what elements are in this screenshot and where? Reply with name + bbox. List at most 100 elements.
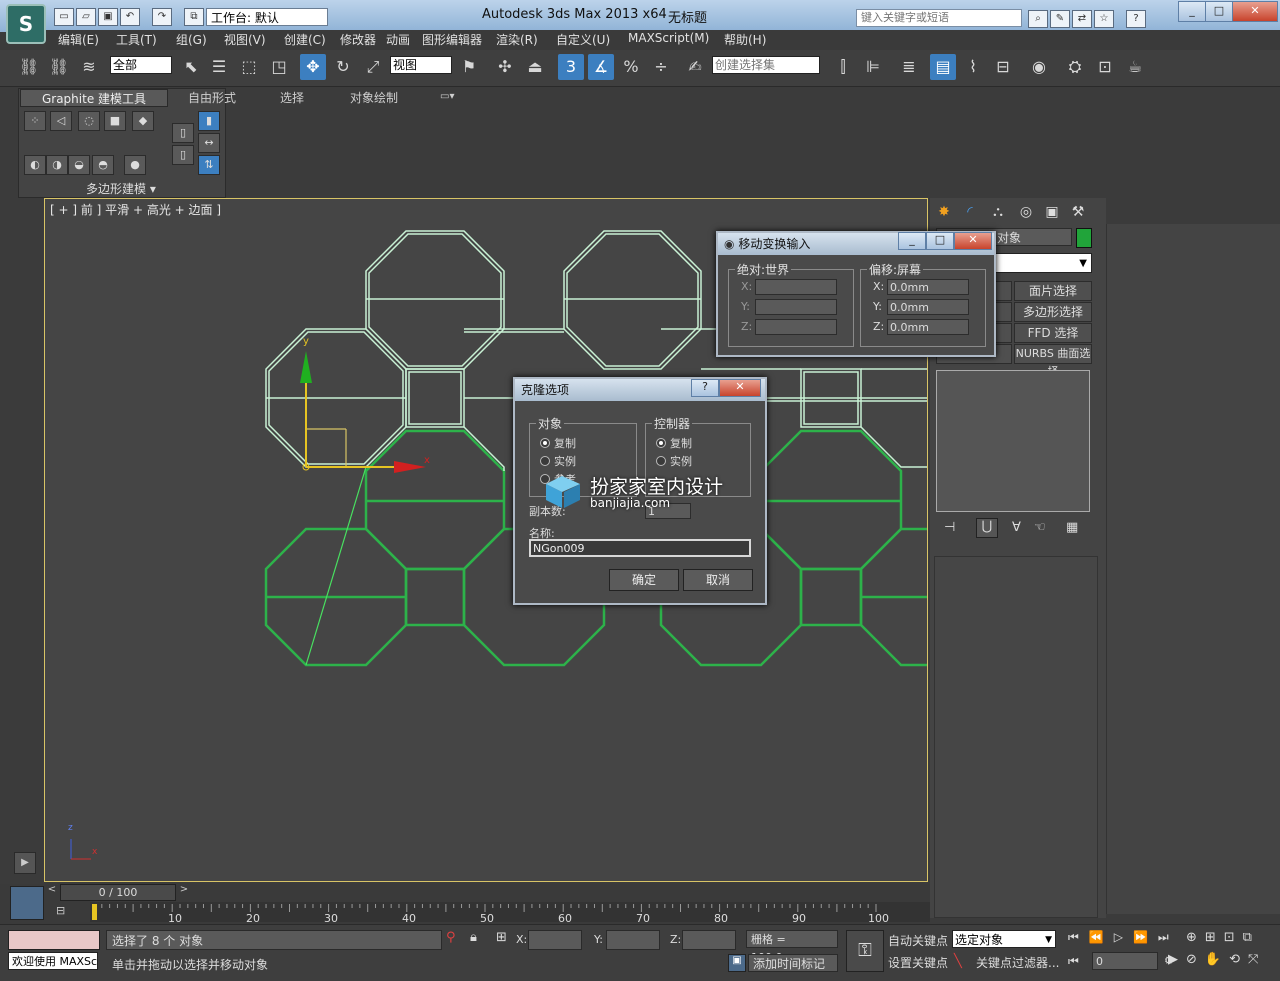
play-maxscript-icon[interactable]: ▶ <box>14 852 36 874</box>
new-file-icon[interactable]: ▭ <box>54 8 74 26</box>
element-mode-icon[interactable]: ◆ <box>132 111 154 131</box>
abs-z-field[interactable] <box>755 319 837 335</box>
object-instance-radio[interactable] <box>540 456 550 466</box>
minimize-button[interactable]: _ <box>1178 1 1206 22</box>
pin-stack-icon[interactable]: ⊣ <box>944 520 955 535</box>
border-mode-icon[interactable]: ◌ <box>78 111 100 131</box>
track-bar-icon[interactable]: ⊟ <box>56 904 72 918</box>
viewport-nav-bottom[interactable]: ▶⊘✋⟲⤧ <box>1168 952 1266 967</box>
bind-spacewarp-icon[interactable]: ≋ <box>76 54 102 80</box>
align-icon[interactable]: ⊫ <box>860 54 886 80</box>
snap-3d-icon[interactable]: 3 <box>558 54 584 80</box>
key-filters-button[interactable]: 关键点过滤器... <box>976 954 1059 971</box>
rect-selection-icon[interactable]: ⬚ <box>236 54 262 80</box>
tab-selection[interactable]: 选择 <box>280 89 304 106</box>
schematic-view-icon[interactable]: ⊟ <box>990 54 1016 80</box>
status-x-field[interactable] <box>528 930 582 950</box>
menu-view[interactable]: 视图(V) <box>224 31 266 48</box>
configure-sets-icon[interactable]: ▦ <box>1066 520 1078 535</box>
ribbon-stack-2-icon[interactable]: ▯ <box>172 145 194 165</box>
set-key-button[interactable]: 设置关键点 <box>888 954 948 971</box>
menu-tools[interactable]: 工具(T) <box>116 31 157 48</box>
mini-listener-icon[interactable] <box>10 886 44 920</box>
menu-create[interactable]: 创建(C) <box>284 31 326 48</box>
redo-icon[interactable]: ↷ <box>152 8 172 26</box>
ribbon-stack-3-icon[interactable]: ▮ <box>198 111 220 131</box>
off-x-field[interactable]: 0.0mm <box>887 279 969 295</box>
named-selection-input[interactable] <box>712 56 820 74</box>
clone-close-button[interactable]: ✕ <box>719 379 761 397</box>
add-time-tag-button[interactable]: 添加时间标记 <box>748 954 838 972</box>
menu-group[interactable]: 组(G) <box>176 31 207 48</box>
menu-animation[interactable]: 动画 <box>386 31 410 48</box>
nurbs-select-button[interactable]: NURBS 曲面选择 <box>1014 344 1092 378</box>
controller-copy-radio[interactable] <box>656 438 666 448</box>
selection-lock-icon[interactable]: 🔒︎ <box>470 930 477 945</box>
motion-tab-icon[interactable]: ◎ <box>1016 203 1036 221</box>
edge-mode-icon[interactable]: ◁ <box>50 111 72 131</box>
reference-coord-select[interactable]: 视图 <box>390 56 452 74</box>
graphite-toggle-icon[interactable]: ▤ <box>930 54 956 80</box>
polygon-mode-icon[interactable]: ■ <box>104 111 126 131</box>
clone-help-button[interactable]: ? <box>691 379 719 397</box>
make-unique-icon[interactable]: ∀ <box>1012 520 1021 535</box>
clone-cancel-button[interactable]: 取消 <box>683 569 753 591</box>
ribbon-stack-5-icon[interactable]: ⇅ <box>198 155 220 175</box>
display-tab-icon[interactable]: ▣ <box>1042 203 1062 221</box>
project-folder-icon[interactable]: ⧉ <box>184 8 204 26</box>
pivot-center-icon[interactable]: ⚑ <box>456 54 482 80</box>
timeline-next-icon[interactable]: > <box>176 884 192 900</box>
manipulate-icon[interactable]: ✣ <box>492 54 518 80</box>
render-setup-icon[interactable]: ⛭ <box>1062 54 1088 80</box>
clone-name-input[interactable]: NGon009 <box>529 539 751 557</box>
select-object-icon[interactable]: ⬉ <box>178 54 204 80</box>
controller-instance-radio[interactable] <box>656 456 666 466</box>
hierarchy-tab-icon[interactable]: ⛬ <box>988 203 1008 221</box>
ribbon-tool-3-icon[interactable]: ◒ <box>68 155 90 175</box>
status-y-field[interactable] <box>606 930 660 950</box>
abs-x-field[interactable] <box>755 279 837 295</box>
remove-modifier-icon[interactable]: ☜ <box>1034 520 1046 535</box>
star-icon[interactable]: ☆ <box>1094 10 1114 28</box>
menu-rendering[interactable]: 渲染(R) <box>496 31 538 48</box>
auto-key-button[interactable]: 自动关键点 <box>888 932 948 949</box>
tab-graphite[interactable]: Graphite 建模工具 <box>20 89 168 107</box>
window-crossing-icon[interactable]: ◳ <box>266 54 292 80</box>
search-input[interactable] <box>856 9 1022 27</box>
exchange-icon[interactable]: ⇄ <box>1072 10 1092 28</box>
maximize-button[interactable]: □ <box>1205 1 1233 22</box>
menu-graph-editors[interactable]: 图形编辑器 <box>422 31 482 48</box>
ribbon-tool-4-icon[interactable]: ◓ <box>92 155 114 175</box>
modifier-stack-list[interactable] <box>936 370 1090 512</box>
viewport-label[interactable]: [ + ] 前 ] 平滑 + 高光 + 边面 ] <box>50 201 221 218</box>
menu-customize[interactable]: 自定义(U) <box>556 31 610 48</box>
select-scale-icon[interactable]: ⤢ <box>360 54 386 80</box>
unlink-icon[interactable]: ⛓ <box>46 54 72 80</box>
timeline-prev-icon[interactable]: < <box>44 884 60 900</box>
patch-select-button[interactable]: 面片选择 <box>1014 281 1092 301</box>
status-z-field[interactable] <box>682 930 736 950</box>
select-by-name-icon[interactable]: ☰ <box>206 54 232 80</box>
binoculars-icon[interactable]: ⌕ <box>1028 10 1048 28</box>
rendered-frame-icon[interactable]: ⊡ <box>1092 54 1118 80</box>
utilities-tab-icon[interactable]: ⚒ <box>1068 203 1088 221</box>
ribbon-panel-label[interactable]: 多边形建模 ▾ <box>86 180 156 197</box>
clone-ok-button[interactable]: 确定 <box>609 569 679 591</box>
link-icon[interactable]: ⛓ <box>16 54 42 80</box>
off-z-field[interactable]: 0.0mm <box>887 319 969 335</box>
transform-close-button[interactable]: ✕ <box>954 232 992 250</box>
maxscript-mini-listener[interactable]: 欢迎使用 MAXSc <box>8 952 98 970</box>
ribbon-tool-5-icon[interactable]: ● <box>124 155 146 175</box>
save-file-icon[interactable]: ▣ <box>98 8 118 26</box>
isolate-selection-icon[interactable]: ⚲ <box>446 930 456 945</box>
tab-object-paint[interactable]: 对象绘制 <box>350 89 398 106</box>
absolute-mode-icon[interactable]: ⊞ <box>496 930 507 945</box>
poly-select-button[interactable]: 多边形选择 <box>1014 302 1092 322</box>
angle-snap-icon[interactable]: ∡ <box>588 54 614 80</box>
open-file-icon[interactable]: ▱ <box>76 8 96 26</box>
edit-named-selection-icon[interactable]: ✍ <box>682 54 708 80</box>
help-icon[interactable]: ? <box>1126 10 1146 28</box>
material-editor-icon[interactable]: ◉ <box>1026 54 1052 80</box>
time-tag-icon[interactable]: ▣ <box>728 954 746 972</box>
percent-snap-icon[interactable]: % <box>618 54 644 80</box>
